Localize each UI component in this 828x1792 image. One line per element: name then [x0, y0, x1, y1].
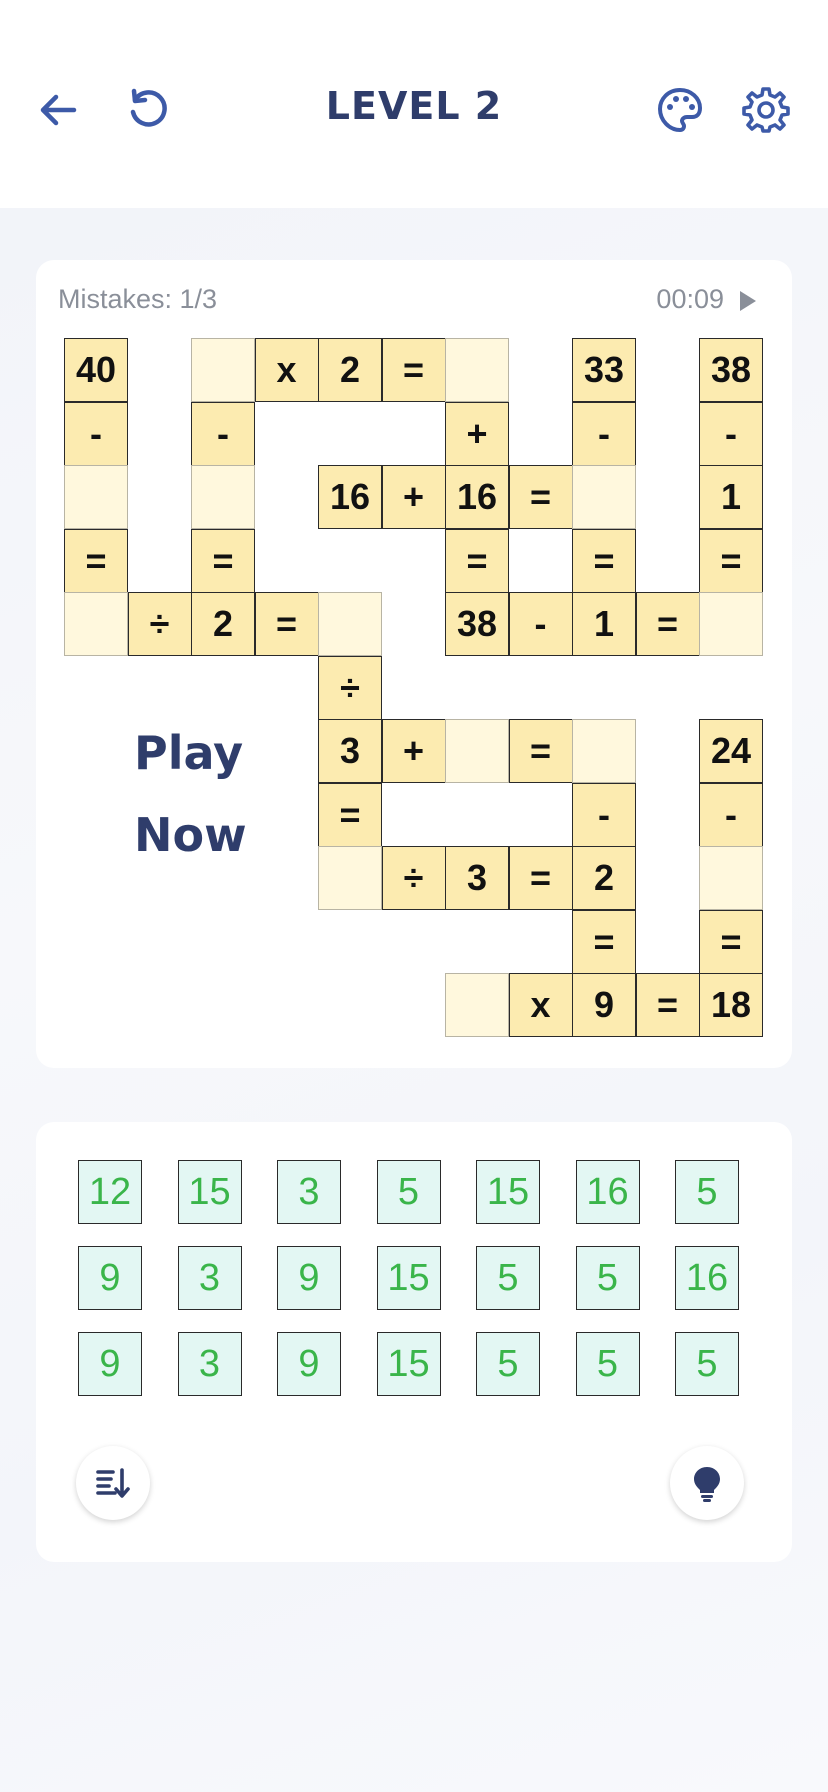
play-now-line1: Play	[134, 726, 244, 780]
empty-cell[interactable]	[445, 973, 509, 1037]
number-tile[interactable]: 15	[376, 1332, 441, 1396]
empty-cell[interactable]	[318, 846, 382, 910]
grid-cell: -	[699, 782, 763, 847]
grid-cell: 9	[572, 973, 636, 1037]
grid-cell: 3	[318, 719, 382, 783]
grid-cell: =	[635, 592, 700, 656]
grid-cell: -	[191, 401, 255, 466]
grid-cell: =	[572, 528, 636, 593]
grid-cell: =	[508, 846, 573, 910]
sort-button[interactable]	[76, 1446, 150, 1520]
grid-cell: 16	[445, 465, 509, 529]
number-tile[interactable]: 3	[277, 1160, 341, 1224]
grid-cell: -	[64, 401, 128, 466]
number-tile[interactable]: 15	[376, 1246, 441, 1310]
number-tile[interactable]: 5	[376, 1160, 441, 1224]
grid-cell: =	[191, 528, 255, 593]
grid-cell: 38	[445, 592, 509, 656]
number-tile[interactable]: 16	[575, 1160, 640, 1224]
play-now-label: Play Now	[134, 712, 247, 876]
number-tile[interactable]: 12	[78, 1160, 142, 1224]
grid-cell: ÷	[381, 846, 446, 910]
grid-cell: =	[508, 465, 573, 529]
empty-cell[interactable]	[445, 719, 509, 783]
grid-cell: x	[254, 338, 319, 402]
number-tile[interactable]: 9	[78, 1246, 142, 1310]
settings-button[interactable]	[734, 78, 798, 142]
grid-cell: =	[699, 528, 763, 593]
grid-cell: -	[508, 592, 573, 656]
grid-cell: ÷	[318, 655, 382, 720]
number-tile[interactable]: 5	[476, 1332, 540, 1396]
grid-cell: 2	[191, 592, 255, 656]
empty-cell[interactable]	[699, 846, 763, 910]
gear-icon	[742, 87, 790, 133]
grid-cell: 40	[64, 338, 128, 402]
grid-cell: =	[445, 528, 509, 593]
grid-cell: 2	[318, 338, 382, 402]
grid-cell: 16	[318, 465, 382, 529]
palette-icon	[657, 87, 703, 133]
play-now-line2: Now	[134, 808, 247, 862]
grid-cell: =	[699, 909, 763, 974]
grid-cell: -	[572, 782, 636, 847]
grid-cell: +	[445, 401, 509, 466]
number-tile[interactable]: 15	[476, 1160, 540, 1224]
grid-cell: =	[572, 909, 636, 974]
number-tile[interactable]: 9	[277, 1246, 341, 1310]
grid-cell: 2	[572, 846, 636, 910]
sort-descending-icon	[96, 1468, 130, 1498]
grid-cell: =	[64, 528, 128, 593]
empty-cell[interactable]	[445, 338, 509, 402]
grid-cell: -	[572, 401, 636, 466]
empty-cell[interactable]	[191, 338, 255, 402]
grid-cell: +	[381, 719, 446, 783]
number-tile[interactable]: 5	[575, 1246, 640, 1310]
empty-cell[interactable]	[572, 719, 636, 783]
theme-button[interactable]	[648, 78, 712, 142]
grid-cell: x	[508, 973, 573, 1037]
grid-cell: 3	[445, 846, 509, 910]
hint-button[interactable]	[670, 1446, 744, 1520]
number-tile[interactable]: 3	[177, 1246, 242, 1310]
puzzle-board-card: Mistakes: 1/3 00:09 40 x 2 = 33 38- - + - -16 +16 =…	[36, 260, 792, 1068]
grid-cell: =	[508, 719, 573, 783]
number-tile[interactable]: 15	[177, 1160, 242, 1224]
grid-cell: 33	[572, 338, 636, 402]
grid-cell: 38	[699, 338, 763, 402]
number-tiles-card: 12 15 3 5 15 16 5 9 3 9 15 5 5 16 9 3 9 15 5 5 5	[36, 1122, 792, 1562]
grid-cell: 24	[699, 719, 763, 783]
empty-cell[interactable]	[64, 592, 128, 656]
empty-cell[interactable]	[318, 592, 382, 656]
number-tile[interactable]: 16	[675, 1246, 739, 1310]
number-tile[interactable]: 5	[476, 1246, 540, 1310]
number-tile[interactable]: 9	[78, 1332, 142, 1396]
number-tile[interactable]: 9	[277, 1332, 341, 1396]
empty-cell[interactable]	[699, 592, 763, 656]
timer: 00:09	[656, 284, 724, 314]
number-tile[interactable]: 5	[675, 1160, 739, 1224]
grid-cell: ÷	[127, 592, 192, 656]
number-tile[interactable]: 5	[675, 1332, 739, 1396]
empty-cell[interactable]	[64, 465, 128, 529]
play-icon[interactable]	[732, 286, 762, 316]
grid-cell: +	[381, 465, 446, 529]
grid-cell: =	[254, 592, 319, 656]
number-tile[interactable]: 3	[177, 1332, 242, 1396]
grid-cell: =	[635, 973, 700, 1037]
grid-cell: 1	[699, 465, 763, 529]
top-bar: LEVEL 2	[0, 0, 828, 208]
grid-cell: =	[318, 782, 382, 847]
grid-cell: -	[699, 401, 763, 466]
number-tile[interactable]: 5	[575, 1332, 640, 1396]
grid-cell: 18	[699, 973, 763, 1037]
empty-cell[interactable]	[572, 465, 636, 529]
grid-cell: 1	[572, 592, 636, 656]
lightbulb-icon	[694, 1467, 720, 1502]
grid-cell: =	[381, 338, 446, 402]
empty-cell[interactable]	[191, 465, 255, 529]
mistakes-counter: Mistakes: 1/3	[58, 284, 218, 314]
